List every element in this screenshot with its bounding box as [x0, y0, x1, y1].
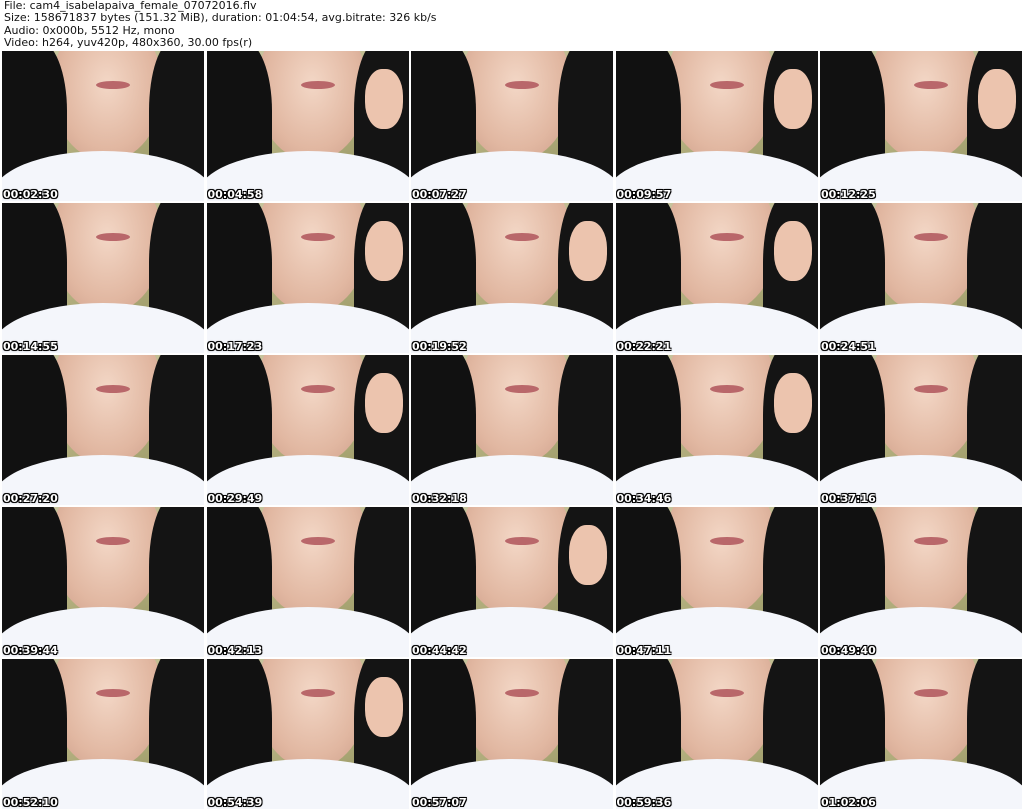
video-thumbnail: 00:54:39 [206, 659, 409, 809]
video-thumbnail: 00:09:57 [615, 51, 818, 201]
video-thumbnail: 00:52:10 [2, 659, 204, 809]
thumbnail-timestamp: 00:57:07 [412, 796, 467, 809]
mouth-shape [96, 689, 130, 697]
hand-shape [978, 69, 1016, 129]
video-thumbnail: 00:57:07 [411, 659, 613, 809]
mouth-shape [914, 81, 948, 89]
hand-shape [569, 525, 607, 585]
video-thumbnail: 00:29:49 [206, 355, 409, 505]
thumbnail-timestamp: 00:14:55 [3, 340, 58, 353]
mouth-shape [914, 689, 948, 697]
video-thumbnail: 00:12:25 [820, 51, 1022, 201]
video-thumbnail: 00:39:44 [2, 507, 204, 657]
thumbnail-timestamp: 00:39:44 [3, 644, 58, 657]
video-thumbnail: 00:37:16 [820, 355, 1022, 505]
video-thumbnail: 00:44:42 [411, 507, 613, 657]
thumbnail-timestamp: 00:44:42 [412, 644, 467, 657]
mouth-shape [505, 233, 539, 241]
video-thumbnail: 00:14:55 [2, 203, 204, 353]
video-info-line: Video: h264, yuv420p, 480x360, 30.00 fps… [4, 36, 253, 50]
mouth-shape [505, 81, 539, 89]
mouth-shape [300, 385, 335, 393]
hand-shape [364, 221, 403, 281]
hand-shape [364, 373, 403, 433]
thumbnail-timestamp: 00:22:21 [616, 340, 672, 353]
video-thumbnail: 00:34:46 [615, 355, 818, 505]
video-thumbnail: 00:02:30 [2, 51, 204, 201]
thumbnail-timestamp: 01:02:06 [821, 796, 876, 809]
video-thumbnail: 00:42:13 [206, 507, 409, 657]
mouth-shape [914, 537, 948, 545]
mouth-shape [505, 537, 539, 545]
mouth-shape [505, 385, 539, 393]
mouth-shape [505, 689, 539, 697]
mouth-shape [96, 385, 130, 393]
thumbnail-timestamp: 00:49:40 [821, 644, 876, 657]
hand-shape [569, 221, 607, 281]
thumbnail-timestamp: 00:04:58 [207, 188, 263, 201]
mouth-shape [709, 537, 744, 545]
thumbnail-timestamp: 00:42:13 [207, 644, 263, 657]
thumbnail-timestamp: 00:54:39 [207, 796, 263, 809]
thumbnail-timestamp: 00:29:49 [207, 492, 263, 505]
mouth-shape [300, 537, 335, 545]
video-thumbnail: 00:24:51 [820, 203, 1022, 353]
video-thumbnail: 00:59:36 [615, 659, 818, 809]
thumbnail-timestamp: 00:32:18 [412, 492, 467, 505]
mouth-shape [709, 385, 744, 393]
mouth-shape [709, 81, 744, 89]
thumbnail-timestamp: 00:52:10 [3, 796, 58, 809]
mouth-shape [914, 385, 948, 393]
video-thumbnail: 00:47:11 [615, 507, 818, 657]
mouth-shape [96, 233, 130, 241]
file-size-line: Size: 158671837 bytes (151.32 MiB), dura… [4, 11, 437, 25]
thumbnail-timestamp: 00:17:23 [207, 340, 263, 353]
video-thumbnail: 00:22:21 [615, 203, 818, 353]
mouth-shape [914, 233, 948, 241]
mouth-shape [300, 233, 335, 241]
file-info-header: File: cam4_isabelapaiva_female_07072016.… [4, 0, 1020, 50]
thumbnail-timestamp: 00:02:30 [3, 188, 58, 201]
thumbnail-timestamp: 00:19:52 [412, 340, 467, 353]
thumbnail-timestamp: 00:07:27 [412, 188, 467, 201]
mouth-shape [709, 233, 744, 241]
thumbnail-timestamp: 00:34:46 [616, 492, 672, 505]
video-thumbnail: 01:02:06 [820, 659, 1022, 809]
video-thumbnail: 00:04:58 [206, 51, 409, 201]
thumbnail-timestamp: 00:27:20 [3, 492, 58, 505]
hand-shape [364, 69, 403, 129]
thumbnail-timestamp: 00:47:11 [616, 644, 672, 657]
mouth-shape [96, 81, 130, 89]
thumbnail-timestamp: 00:24:51 [821, 340, 876, 353]
video-thumbnail: 00:19:52 [411, 203, 613, 353]
thumbnail-timestamp: 00:37:16 [821, 492, 876, 505]
video-thumbnail: 00:07:27 [411, 51, 613, 201]
mouth-shape [709, 689, 744, 697]
hand-shape [364, 677, 403, 737]
thumbnail-grid: 00:02:30 00:04:58 00:07:27 00:09:57 00:12:25… [2, 51, 1022, 809]
video-thumbnail: 00:17:23 [206, 203, 409, 353]
mouth-shape [96, 537, 130, 545]
hand-shape [773, 373, 812, 433]
video-thumbnail: 00:49:40 [820, 507, 1022, 657]
thumbnail-timestamp: 00:59:36 [616, 796, 672, 809]
hand-shape [773, 69, 812, 129]
mouth-shape [300, 689, 335, 697]
hand-shape [773, 221, 812, 281]
mouth-shape [300, 81, 335, 89]
video-thumbnail: 00:32:18 [411, 355, 613, 505]
thumbnail-timestamp: 00:12:25 [821, 188, 876, 201]
thumbnail-timestamp: 00:09:57 [616, 188, 672, 201]
video-thumbnail: 00:27:20 [2, 355, 204, 505]
